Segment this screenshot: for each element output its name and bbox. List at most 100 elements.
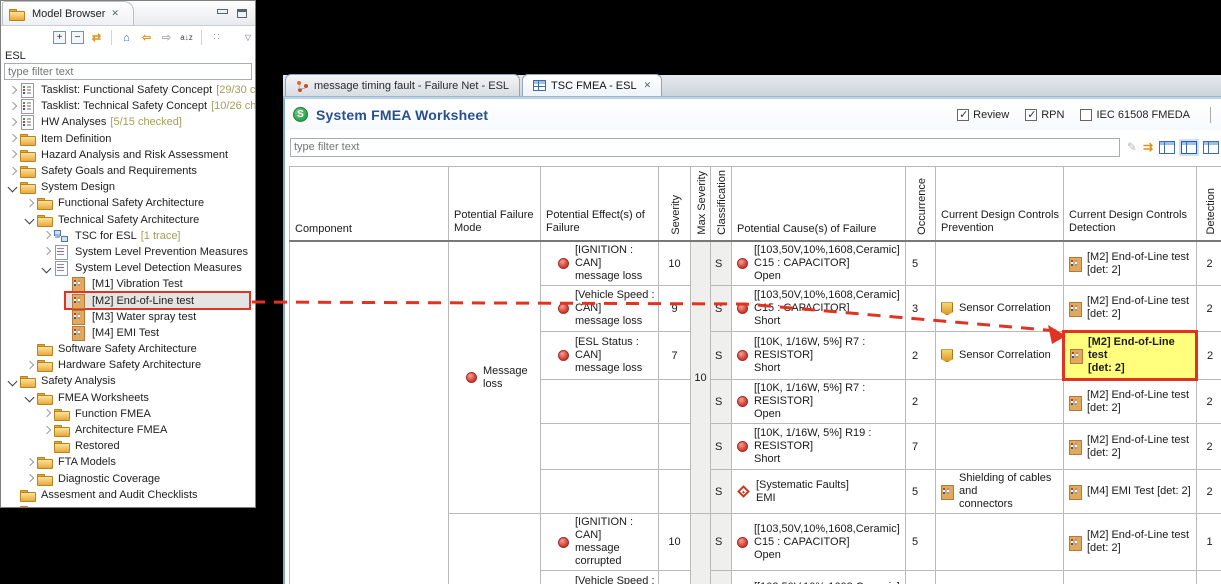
prevention-cell[interactable]: Sensor Correlation: [936, 571, 1064, 584]
rpn-option[interactable]: RPN: [1025, 109, 1064, 121]
sort-az-icon[interactable]: a↓z: [179, 30, 194, 45]
minimize-icon[interactable]: [217, 9, 227, 18]
tree-item-system-level-prevention-measures[interactable]: System Level Prevention Measures: [1, 244, 255, 260]
tree-item-diagnostic-coverage[interactable]: Diagnostic Coverage: [1, 471, 255, 487]
occurrence-cell[interactable]: 2: [906, 380, 936, 424]
detection-control-cell[interactable]: [M4] EMI Test [det: 2]: [1064, 470, 1197, 514]
occurrence-cell[interactable]: 5: [906, 241, 936, 286]
cause-cell[interactable]: [[103,50V,10%,1608,Ceramic] C15 : CAPACI…: [732, 514, 906, 571]
severity-cell[interactable]: [659, 470, 691, 514]
detection-control-cell[interactable]: [M2] End-of-Line test [det: 2]: [1064, 571, 1197, 584]
expand-arrow-icon[interactable]: [7, 148, 20, 161]
collapse-arrow-icon[interactable]: [7, 375, 20, 388]
tree-item-system-level-detection-measures[interactable]: System Level Detection Measures: [1, 260, 255, 276]
detection-cell[interactable]: 2: [1197, 380, 1221, 424]
component-cell[interactable]: − CAN Transceiver: [290, 241, 449, 584]
collapse-arrow-icon[interactable]: [7, 181, 20, 194]
classification-cell[interactable]: S: [711, 424, 732, 470]
occurrence-cell[interactable]: 5: [906, 514, 936, 571]
collapse-arrow-icon[interactable]: [24, 213, 37, 226]
table-view-2-icon[interactable]: [1181, 141, 1197, 154]
table-view-1-icon[interactable]: [1159, 141, 1175, 154]
effect-cell[interactable]: [IGNITION : CAN] message loss: [541, 241, 659, 286]
detection-control-cell[interactable]: [M2] End-of-Line test [det: 2]: [1064, 286, 1197, 332]
expand-arrow-icon[interactable]: [24, 456, 37, 469]
maximize-icon[interactable]: [237, 9, 247, 18]
detection-control-cell[interactable]: [M2] End-of-Line test [det: 2]: [1064, 424, 1197, 470]
effect-cell[interactable]: [541, 470, 659, 514]
prevention-cell[interactable]: [936, 380, 1064, 424]
expand-arrow-icon[interactable]: [7, 116, 20, 129]
detection-cell[interactable]: 2: [1197, 332, 1221, 380]
tree-item-function-fmea[interactable]: Function FMEA: [1, 406, 255, 422]
tree-item-system-design[interactable]: System Design: [1, 179, 255, 195]
effect-cell[interactable]: [541, 424, 659, 470]
collapse-all-icon[interactable]: −: [71, 31, 84, 44]
tree-item-m4-emi-test[interactable]: [M4] EMI Test: [1, 325, 255, 341]
cause-cell[interactable]: [[10K, 1/16W, 5%] R7 : RESISTOR] Open: [732, 380, 906, 424]
review-checkbox[interactable]: [957, 109, 969, 121]
tree-item-tasklist-technical-safety-concept[interactable]: Tasklist: Technical Safety Concept[10/26…: [1, 98, 255, 114]
expand-arrow-icon[interactable]: [41, 229, 54, 242]
forward-icon[interactable]: ⇨: [159, 30, 174, 45]
detection-control-cell[interactable]: [M2] End-of-Line test [det: 2]: [1064, 514, 1197, 571]
expand-arrow-icon[interactable]: [7, 84, 20, 97]
collapse-arrow-icon[interactable]: [24, 391, 37, 404]
tree-item-assesment-and-audit-checklists[interactable]: Assesment and Audit Checklists: [1, 487, 255, 503]
table-view-3-icon[interactable]: [1203, 141, 1219, 154]
cause-cell[interactable]: [[103,50V,10%,1608,Ceramic] C15 : CAPACI…: [732, 571, 906, 584]
back-icon[interactable]: ⇦: [139, 30, 154, 45]
home-icon[interactable]: ⌂: [119, 30, 134, 45]
rpn-checkbox[interactable]: [1025, 109, 1037, 121]
view-menu-dots-icon[interactable]: ∷: [209, 30, 224, 45]
failure-mode-cell[interactable]: Message loss: [449, 241, 541, 514]
effect-cell[interactable]: [Vehicle Speed : CAN] message loss: [541, 286, 659, 332]
tree-item-m2-end-of-line-test[interactable]: [M2] End-of-Line test: [1, 292, 255, 308]
sync-arrows-icon[interactable]: ⇉: [1143, 140, 1153, 154]
tree-item-partial-26[interactable]: [1, 503, 255, 508]
detection-cell[interactable]: 2: [1197, 470, 1221, 514]
severity-cell[interactable]: 10: [659, 241, 691, 286]
severity-cell[interactable]: 9: [659, 286, 691, 332]
prevention-cell[interactable]: [936, 514, 1064, 571]
effect-cell[interactable]: [ESL Status : CAN] message loss: [541, 332, 659, 380]
tree-item-m1-vibration-test[interactable]: [M1] Vibration Test: [1, 276, 255, 292]
tree-item-restored[interactable]: Restored: [1, 438, 255, 454]
worksheet-filter-input[interactable]: [290, 138, 1120, 157]
tree-item-fmea-worksheets[interactable]: FMEA Worksheets: [1, 390, 255, 406]
expand-arrow-icon[interactable]: [41, 424, 54, 437]
iec-fmeda-checkbox[interactable]: [1080, 109, 1092, 121]
expand-arrow-icon[interactable]: [41, 407, 54, 420]
severity-cell[interactable]: 10: [659, 514, 691, 571]
view-menu-caret-icon[interactable]: ▽: [245, 33, 251, 42]
collapse-arrow-icon[interactable]: [41, 262, 54, 275]
prevention-cell[interactable]: Sensor Correlation: [936, 332, 1064, 380]
tree-item-safety-analysis[interactable]: Safety Analysis: [1, 373, 255, 389]
occurrence-cell[interactable]: 3: [906, 286, 936, 332]
detection-cell[interactable]: 2: [1197, 286, 1221, 332]
cause-cell[interactable]: [Systematic Faults] EMI: [732, 470, 906, 514]
cause-cell[interactable]: [[103,50V,10%,1608,Ceramic] C15 : CAPACI…: [732, 286, 906, 332]
detection-cell[interactable]: 1: [1197, 514, 1221, 571]
classification-cell[interactable]: S: [711, 332, 732, 380]
tree-item-tsc-for-esl[interactable]: TSC for ESL[1 trace]: [1, 228, 255, 244]
model-browser-tab[interactable]: Model Browser ✕: [2, 1, 134, 25]
tree-item-safety-goals-and-requirements[interactable]: Safety Goals and Requirements: [1, 163, 255, 179]
classification-cell[interactable]: S: [711, 241, 732, 286]
occurrence-cell[interactable]: 3: [906, 571, 936, 584]
close-icon[interactable]: ✕: [644, 80, 652, 91]
expand-arrow-icon[interactable]: [41, 245, 54, 258]
tree-item-hardware-safety-architecture[interactable]: Hardware Safety Architecture: [1, 357, 255, 373]
tree-item-software-safety-architecture[interactable]: Software Safety Architecture: [1, 341, 255, 357]
cause-cell[interactable]: [[10K, 1/16W, 5%] R7 : RESISTOR] Short: [732, 332, 906, 380]
classification-cell[interactable]: S: [711, 470, 732, 514]
tree-item-hazard-analysis-and-risk-assessment[interactable]: Hazard Analysis and Risk Assessment: [1, 147, 255, 163]
expand-all-icon[interactable]: +: [53, 31, 66, 44]
tree-item-hw-analyses[interactable]: HW Analyses[5/15 checked]: [1, 114, 255, 130]
prevention-cell[interactable]: [936, 424, 1064, 470]
occurrence-cell[interactable]: 5: [906, 470, 936, 514]
classification-cell[interactable]: S: [711, 286, 732, 332]
prevention-cell[interactable]: Shielding of cables and connectors: [936, 470, 1064, 514]
severity-cell[interactable]: [659, 424, 691, 470]
expand-arrow-icon[interactable]: [7, 132, 20, 145]
